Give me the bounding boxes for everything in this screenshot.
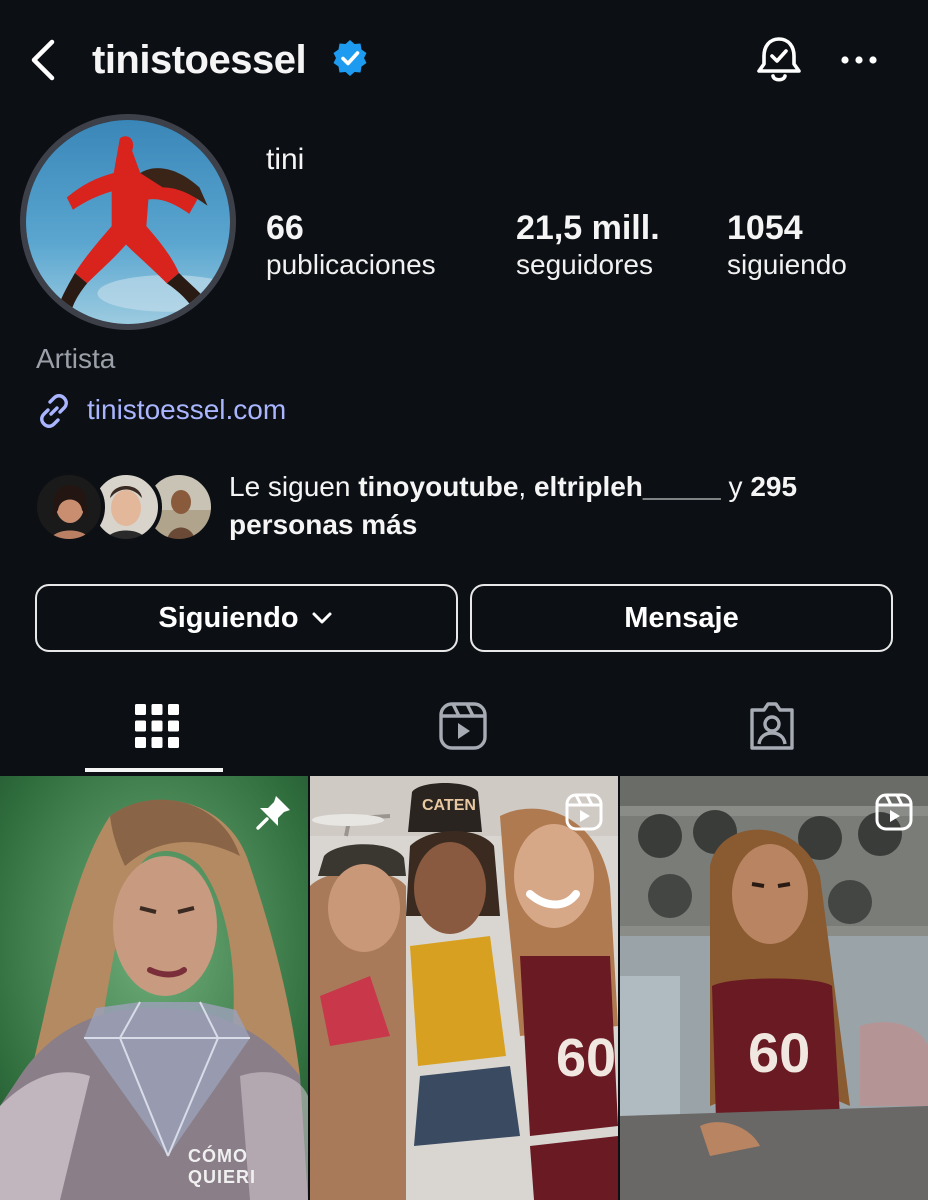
profile-website-link[interactable]: tinistoessel.com (87, 392, 286, 428)
mutual-middle: y (720, 471, 751, 502)
back-chevron-icon[interactable] (26, 38, 60, 82)
svg-text:60: 60 (556, 1028, 616, 1088)
post-image: CATEN 60 (310, 776, 618, 1200)
stat-following-label: siguiendo (727, 249, 847, 280)
link-icon (40, 394, 68, 428)
mutual-user-1: tinoyoutube (358, 471, 519, 502)
bell-check-icon[interactable] (754, 34, 804, 86)
mutual-separator: , (518, 471, 534, 502)
post-tile[interactable]: CATEN 60 (310, 776, 618, 1200)
posts-grid: CÓMO QUIERI CATEN 60 60 (0, 776, 928, 1200)
post-tile[interactable]: CÓMO QUIERI (0, 776, 308, 1200)
display-name: tini (266, 143, 305, 176)
message-button[interactable]: Mensaje (470, 584, 893, 652)
post-image (0, 776, 308, 1200)
verified-badge-icon (333, 40, 367, 76)
mutual-followers-text[interactable]: Le siguen tinoyoutube, eltripleh_____ y … (229, 468, 889, 544)
mutual-followers-avatars[interactable] (34, 470, 214, 544)
svg-text:60: 60 (748, 1021, 810, 1084)
pin-icon (256, 796, 290, 830)
post-image: 60 (620, 776, 928, 1200)
post-caption: CÓMO QUIERI (188, 1146, 257, 1187)
message-button-label: Mensaje (624, 601, 739, 634)
profile-username: tinistoessel (92, 38, 307, 82)
mutual-suffix: personas más (229, 509, 418, 540)
mutual-count: 295 (750, 471, 798, 502)
stat-followers[interactable]: 21,5 mill. seguidores (516, 208, 660, 282)
mutual-user-2: eltripleh_____ (533, 471, 721, 502)
profile-avatar[interactable] (20, 114, 236, 330)
grid-icon[interactable] (131, 700, 183, 752)
reel-icon (565, 793, 603, 831)
stat-followers-label: seguidores (516, 249, 653, 280)
stat-following-count: 1054 (727, 209, 803, 247)
stat-followers-count: 21,5 mill. (516, 209, 660, 247)
reel-icon (875, 793, 913, 831)
more-dots-icon[interactable] (838, 48, 880, 72)
following-button[interactable]: Siguiendo (35, 584, 458, 652)
svg-text:CATEN: CATEN (422, 797, 476, 814)
stat-posts-count: 66 (266, 209, 304, 247)
stat-following[interactable]: 1054 siguiendo (727, 208, 847, 282)
mutual-prefix: Le siguen (229, 471, 359, 502)
chevron-down-icon (312, 612, 332, 624)
reels-icon[interactable] (437, 700, 489, 752)
stat-posts[interactable]: 66 publicaciones (266, 208, 436, 282)
tagged-icon[interactable] (746, 700, 798, 752)
profile-category: Artista (36, 343, 116, 374)
following-button-label: Siguiendo (158, 601, 299, 634)
post-tile[interactable]: 60 (620, 776, 928, 1200)
stat-posts-label: publicaciones (266, 249, 436, 280)
active-tab-indicator (85, 768, 223, 772)
